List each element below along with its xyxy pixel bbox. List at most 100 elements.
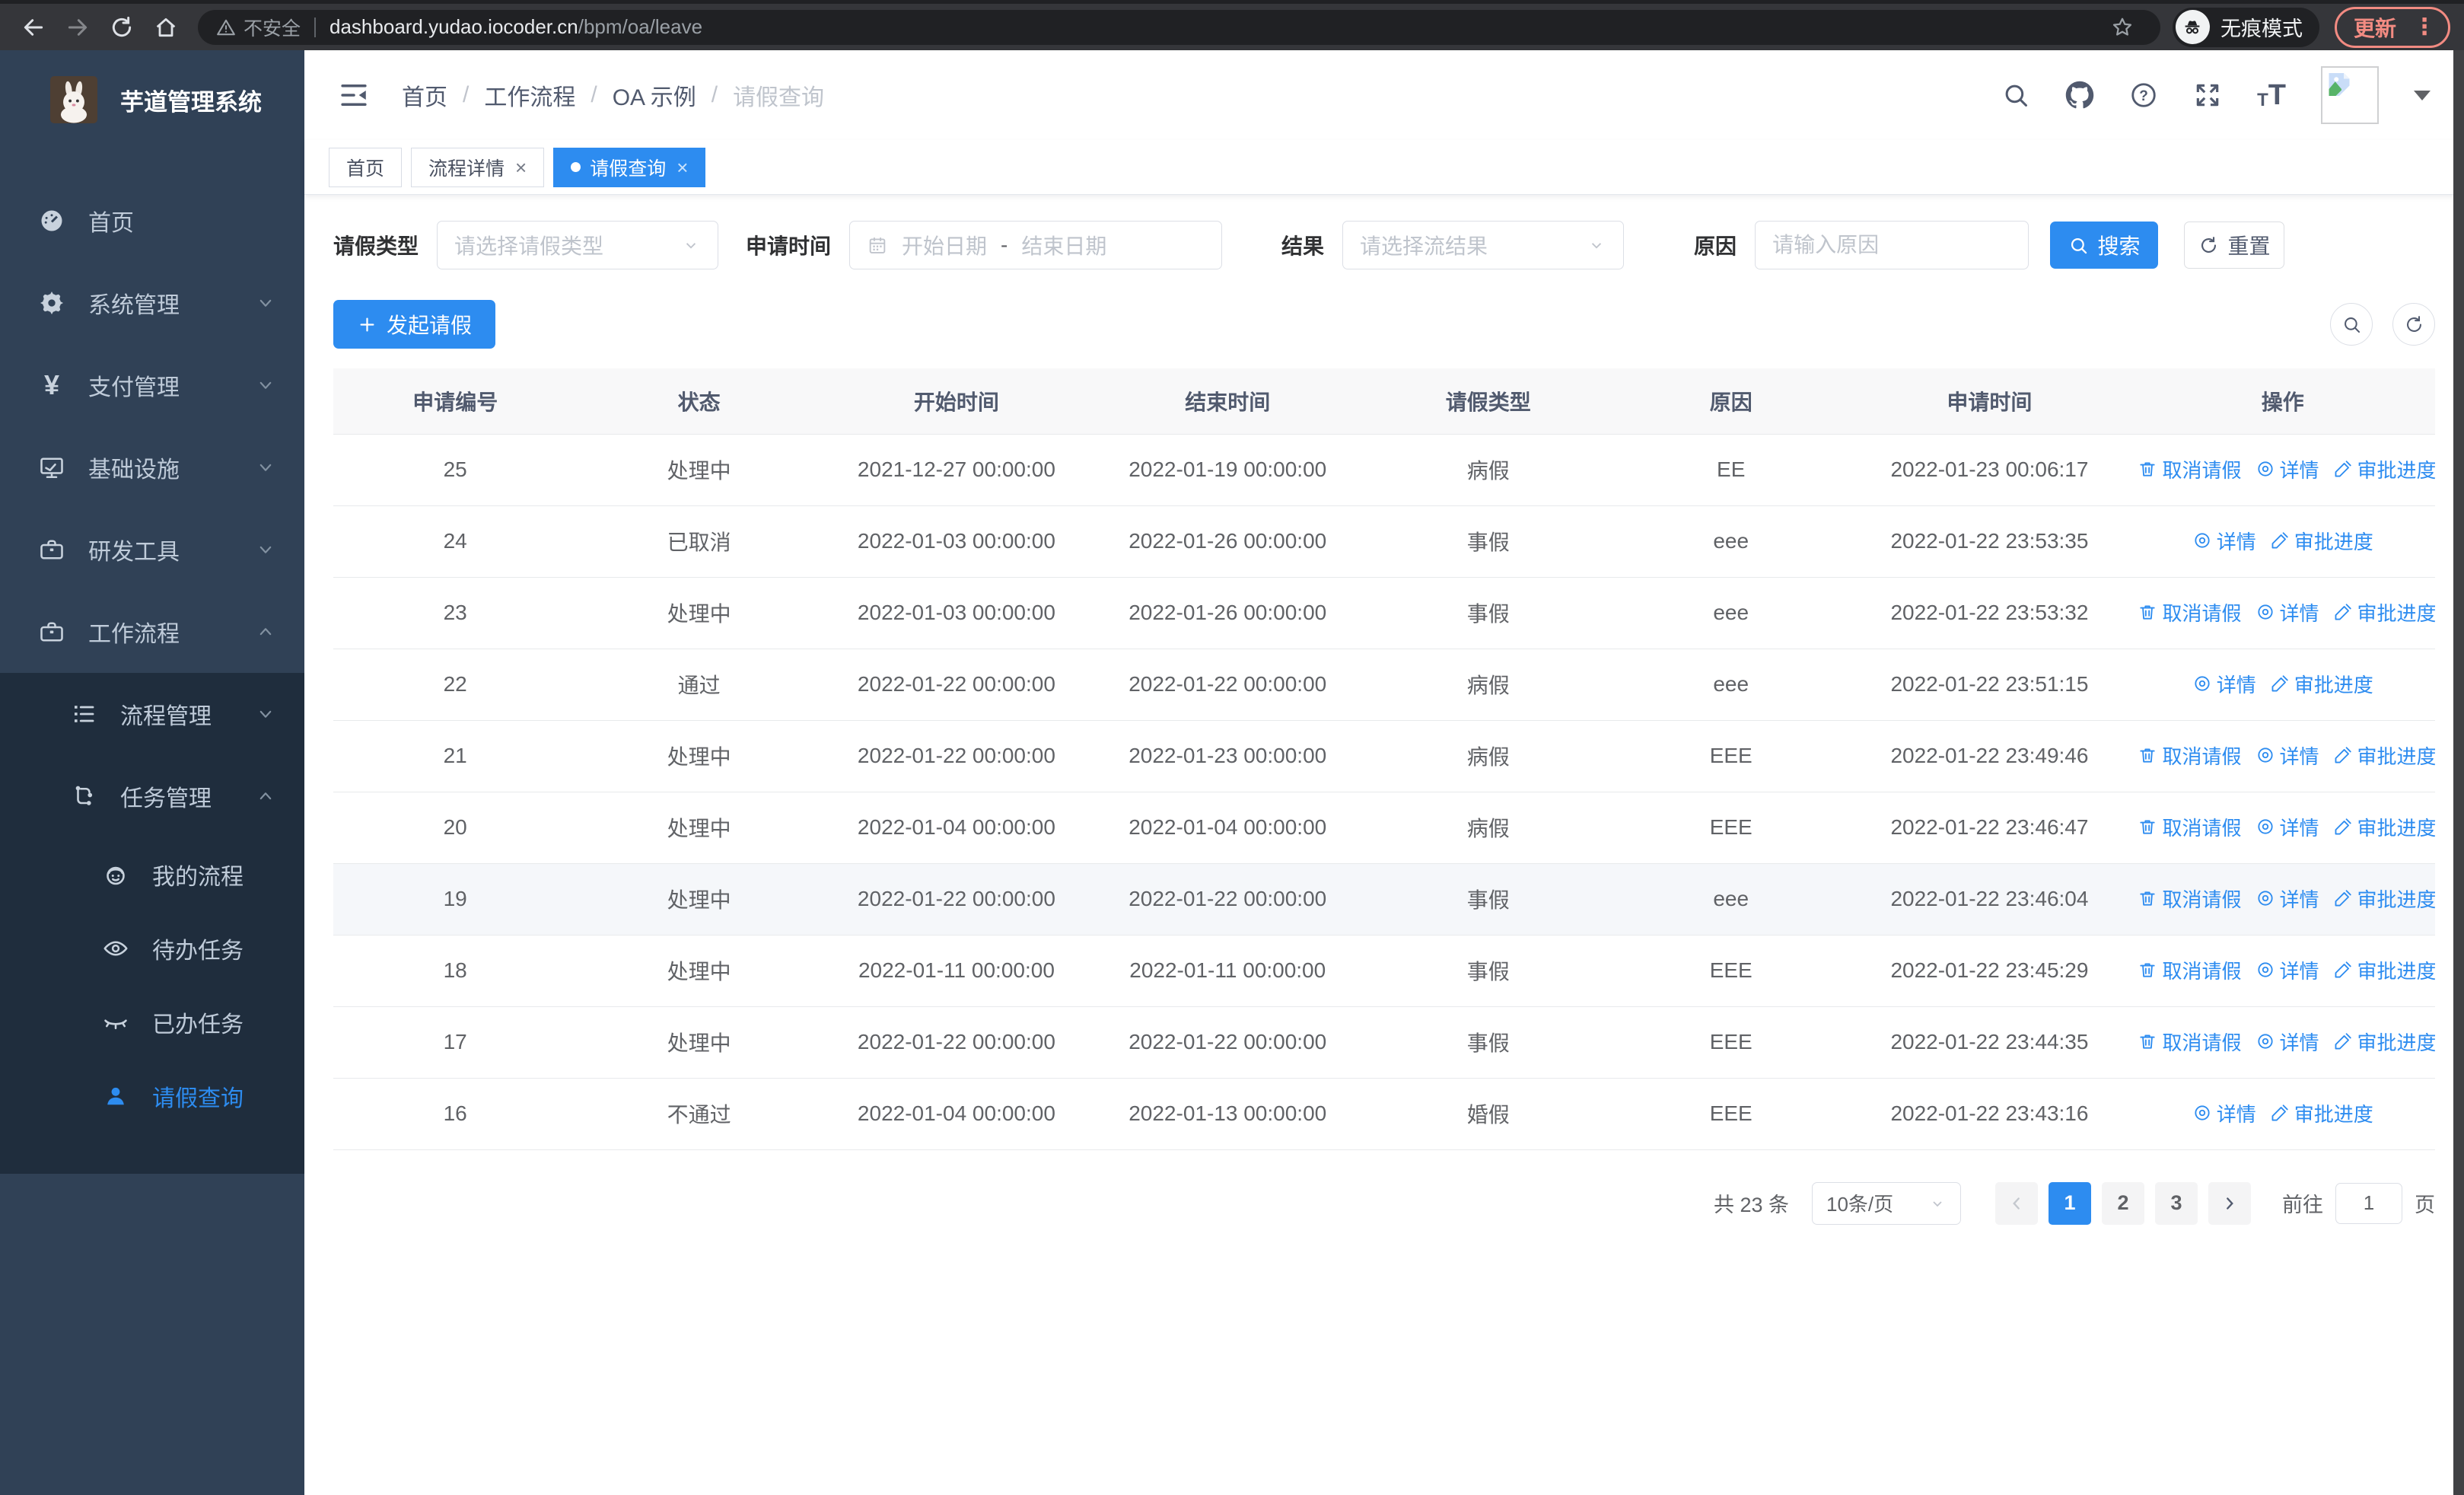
cell-end-time: 2022-01-22 00:00:00 bbox=[1092, 1006, 1364, 1079]
table-row[interactable]: 25 处理中 2021-12-27 00:00:00 2022-01-19 00… bbox=[333, 434, 2435, 506]
tab-close-icon[interactable]: × bbox=[676, 158, 688, 177]
sidebar-item-研发工具[interactable]: 研发工具 bbox=[0, 508, 304, 591]
font-size-icon[interactable]: TT bbox=[2257, 81, 2286, 110]
detail-action-link[interactable]: 详情 bbox=[2255, 1028, 2319, 1056]
table-row[interactable]: 23 处理中 2022-01-03 00:00:00 2022-01-26 00… bbox=[333, 577, 2435, 649]
table-refresh-button[interactable] bbox=[2392, 303, 2435, 346]
cancel-action-link[interactable]: 取消请假 bbox=[2138, 813, 2242, 841]
next-page-button[interactable] bbox=[2208, 1181, 2251, 1225]
sidebar-item-待办任务[interactable]: 待办任务 bbox=[0, 911, 304, 985]
detail-action-link[interactable]: 详情 bbox=[2192, 527, 2256, 555]
tab-请假查询[interactable]: 请假查询 × bbox=[553, 147, 706, 187]
table-row[interactable]: 24 已取消 2022-01-03 00:00:00 2022-01-26 00… bbox=[333, 505, 2435, 578]
table-row[interactable]: 16 不通过 2022-01-04 00:00:00 2022-01-13 00… bbox=[333, 1078, 2435, 1150]
sidebar-item-基础设施[interactable]: 基础设施 bbox=[0, 426, 304, 508]
tab-close-icon[interactable]: × bbox=[515, 158, 527, 177]
table-search-button[interactable] bbox=[2330, 303, 2373, 346]
cancel-action-link[interactable]: 取消请假 bbox=[2138, 598, 2242, 626]
browser-scrollbar[interactable] bbox=[2453, 50, 2464, 1495]
breadcrumb-item[interactable]: OA 示例 bbox=[613, 78, 696, 112]
apply-time-range-picker[interactable]: 开始日期 - 结束日期 bbox=[849, 221, 1223, 269]
sidebar-item-工作流程[interactable]: 工作流程 bbox=[0, 591, 304, 673]
reason-input[interactable] bbox=[1756, 222, 2029, 269]
detail-action-link[interactable]: 详情 bbox=[2192, 670, 2256, 698]
help-icon[interactable]: ? bbox=[2129, 81, 2158, 110]
prev-page-button[interactable] bbox=[1995, 1181, 2038, 1225]
cell-actions: 取消请假 详情 审批进度 bbox=[2130, 434, 2435, 506]
github-icon[interactable] bbox=[2065, 81, 2094, 110]
back-icon[interactable] bbox=[14, 8, 53, 47]
table-row[interactable]: 18 处理中 2022-01-11 00:00:00 2022-01-11 00… bbox=[333, 935, 2435, 1007]
progress-action-link[interactable]: 审批进度 bbox=[2333, 956, 2435, 984]
search-icon[interactable] bbox=[2001, 81, 2030, 110]
fullscreen-icon[interactable] bbox=[2193, 81, 2222, 110]
table-row[interactable]: 21 处理中 2022-01-22 00:00:00 2022-01-23 00… bbox=[333, 720, 2435, 792]
result-select[interactable]: 请选择流结果 bbox=[1342, 221, 1625, 269]
table-row[interactable]: 19 处理中 2022-01-22 00:00:00 2022-01-22 00… bbox=[333, 863, 2435, 936]
page-size-select[interactable]: 10条/页 bbox=[1812, 1181, 1961, 1225]
cancel-action-link[interactable]: 取消请假 bbox=[2138, 956, 2242, 984]
sidebar-collapse-icon[interactable] bbox=[338, 79, 370, 111]
incognito-label: 无痕模式 bbox=[2220, 18, 2303, 40]
reload-icon[interactable] bbox=[102, 8, 142, 47]
table-row[interactable]: 22 通过 2022-01-22 00:00:00 2022-01-22 00:… bbox=[333, 649, 2435, 721]
home-icon[interactable] bbox=[146, 8, 186, 47]
detail-action-link[interactable]: 详情 bbox=[2255, 741, 2319, 770]
forward-icon[interactable] bbox=[58, 8, 97, 47]
tab-首页[interactable]: 首页 bbox=[329, 147, 403, 187]
search-icon bbox=[2344, 317, 2360, 333]
sidebar-item-系统管理[interactable]: 系统管理 bbox=[0, 262, 304, 344]
detail-action-link[interactable]: 详情 bbox=[2255, 598, 2319, 626]
leave-type-select[interactable]: 请选择请假类型 bbox=[437, 221, 719, 269]
breadcrumb-item[interactable]: 工作流程 bbox=[484, 78, 575, 112]
table-row[interactable]: 17 处理中 2022-01-22 00:00:00 2022-01-22 00… bbox=[333, 1006, 2435, 1079]
detail-action-link[interactable]: 详情 bbox=[2255, 455, 2319, 483]
cancel-action-link[interactable]: 取消请假 bbox=[2138, 1028, 2242, 1056]
cancel-action-link[interactable]: 取消请假 bbox=[2138, 885, 2242, 913]
detail-action-link[interactable]: 详情 bbox=[2255, 956, 2319, 984]
sidebar-item-请假查询[interactable]: 请假查询 bbox=[0, 1059, 304, 1133]
table-row[interactable]: 20 处理中 2022-01-04 00:00:00 2022-01-04 00… bbox=[333, 792, 2435, 864]
progress-action-link[interactable]: 审批进度 bbox=[2270, 670, 2373, 698]
start-date-placeholder[interactable]: 开始日期 bbox=[902, 230, 987, 260]
progress-action-link[interactable]: 审批进度 bbox=[2333, 455, 2435, 483]
sidebar-item-支付管理[interactable]: ¥ 支付管理 bbox=[0, 344, 304, 426]
sidebar-item-label: 请假查询 bbox=[152, 1085, 244, 1111]
sidebar-item-任务管理[interactable]: 任务管理 bbox=[0, 755, 304, 837]
sidebar-item-首页[interactable]: 首页 bbox=[0, 180, 304, 262]
bookmark-star-icon[interactable] bbox=[2103, 8, 2142, 47]
sidebar-item-我的流程[interactable]: 我的流程 bbox=[0, 837, 304, 911]
app-logo-row[interactable]: 芋道管理系统 bbox=[0, 50, 304, 149]
progress-action-link[interactable]: 审批进度 bbox=[2333, 1028, 2435, 1056]
progress-action-link[interactable]: 审批进度 bbox=[2333, 813, 2435, 841]
update-button[interactable]: 更新 ⋮ bbox=[2334, 6, 2450, 48]
progress-action-link[interactable]: 审批进度 bbox=[2270, 1099, 2373, 1127]
page-button-2[interactable]: 2 bbox=[2102, 1181, 2144, 1225]
detail-action-link[interactable]: 详情 bbox=[2255, 885, 2319, 913]
cancel-action-link[interactable]: 取消请假 bbox=[2138, 455, 2242, 483]
avatar[interactable] bbox=[2321, 66, 2379, 124]
end-date-placeholder[interactable]: 结束日期 bbox=[1021, 230, 1106, 260]
progress-action-link[interactable]: 审批进度 bbox=[2333, 885, 2435, 913]
url-text[interactable]: dashboard.yudao.iocoder.cn/bpm/oa/leave bbox=[329, 15, 702, 39]
progress-action-link[interactable]: 审批进度 bbox=[2333, 741, 2435, 770]
reset-button[interactable]: 重置 bbox=[2184, 222, 2285, 269]
sidebar-item-已办任务[interactable]: 已办任务 bbox=[0, 985, 304, 1059]
sidebar-item-流程管理[interactable]: 流程管理 bbox=[0, 673, 304, 755]
tab-流程详情[interactable]: 流程详情 × bbox=[411, 147, 545, 187]
progress-action-link[interactable]: 审批进度 bbox=[2333, 598, 2435, 626]
url-bar[interactable]: 不安全 dashboard.yudao.iocoder.cn/bpm/oa/le… bbox=[198, 8, 2160, 47]
cell-reason: eee bbox=[1613, 863, 1849, 936]
page-button-3[interactable]: 3 bbox=[2155, 1181, 2198, 1225]
breadcrumb-item[interactable]: 首页 bbox=[402, 78, 447, 112]
browser-menu-icon[interactable]: ⋮ bbox=[2408, 14, 2440, 40]
create-leave-button[interactable]: 发起请假 bbox=[333, 300, 496, 349]
goto-page-input[interactable] bbox=[2335, 1182, 2402, 1224]
search-button[interactable]: 搜索 bbox=[2050, 222, 2159, 269]
cancel-action-link[interactable]: 取消请假 bbox=[2138, 741, 2242, 770]
detail-action-link[interactable]: 详情 bbox=[2192, 1099, 2256, 1127]
page-button-1[interactable]: 1 bbox=[2049, 1181, 2091, 1225]
avatar-caret-icon[interactable] bbox=[2414, 90, 2431, 100]
detail-action-link[interactable]: 详情 bbox=[2255, 813, 2319, 841]
progress-action-link[interactable]: 审批进度 bbox=[2270, 527, 2373, 555]
